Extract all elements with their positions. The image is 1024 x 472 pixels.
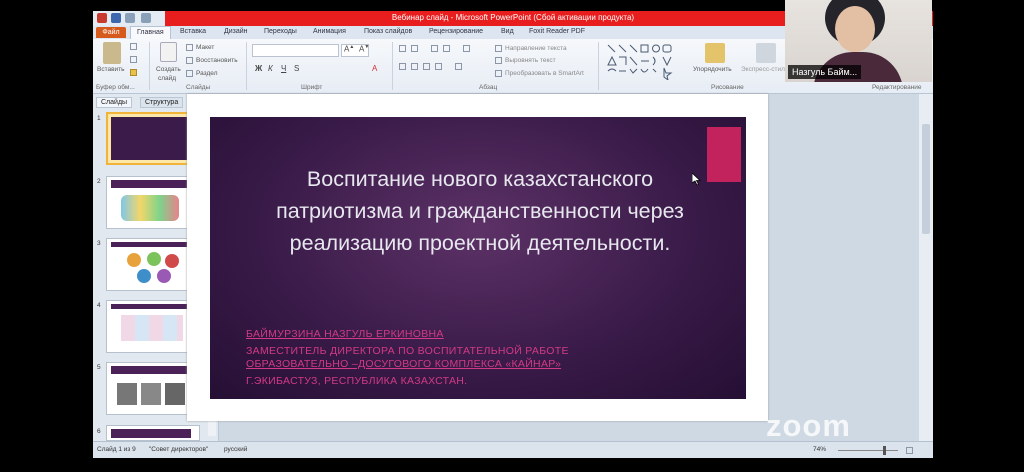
tab-foxit[interactable]: Foxit Reader PDF: [529, 28, 585, 35]
shapes-gallery[interactable]: [606, 43, 682, 82]
slide-background: Воспитание нового казахстанского патриот…: [210, 117, 746, 399]
underline-icon[interactable]: Ч: [281, 64, 286, 73]
person-face: [835, 6, 875, 52]
thumb-number: 5: [97, 364, 101, 371]
tab-review[interactable]: Рецензирование: [429, 28, 483, 35]
city[interactable]: Г.ЭКИБАСТУЗ, РЕСПУБЛИКА КАЗАХСТАН.: [246, 375, 467, 387]
new-slide-label-1[interactable]: Создать: [156, 66, 181, 73]
mouse-cursor-icon: [691, 172, 702, 191]
language-indicator[interactable]: русский: [224, 446, 247, 453]
tab-transitions[interactable]: Переходы: [264, 28, 297, 35]
tab-animation[interactable]: Анимация: [313, 28, 346, 35]
drawing-group-label: Рисование: [711, 84, 744, 91]
bullets-icon[interactable]: [399, 45, 406, 52]
strikethrough-icon[interactable]: S: [294, 64, 299, 73]
arrange-icon[interactable]: [705, 43, 725, 63]
justify-icon[interactable]: [435, 63, 442, 70]
layout-icon: [186, 44, 193, 51]
increase-indent-icon[interactable]: [443, 45, 450, 52]
columns-icon[interactable]: [455, 63, 462, 70]
line-spacing-icon[interactable]: [463, 45, 470, 52]
paste-icon[interactable]: [103, 42, 121, 64]
slide-title[interactable]: Воспитание нового казахстанского патриот…: [250, 163, 710, 259]
paragraph-group-label: Абзац: [479, 84, 498, 91]
slide-thumbnail-4[interactable]: [106, 300, 200, 353]
tab-slides[interactable]: Слайды: [96, 97, 133, 108]
section-button[interactable]: Раздел: [196, 70, 217, 77]
numbering-icon[interactable]: [411, 45, 418, 52]
scrollbar-thumb[interactable]: [922, 124, 930, 234]
font-group-label: Шрифт: [301, 84, 323, 91]
thumb-number: 4: [97, 302, 101, 309]
convert-smartart-button[interactable]: Преобразовать в SmartArt: [505, 70, 584, 77]
smartart-icon: [495, 70, 502, 77]
current-slide[interactable]: Воспитание нового казахстанского патриот…: [187, 94, 768, 421]
align-text-icon: [495, 57, 502, 64]
layout-button[interactable]: Макет: [196, 44, 214, 51]
bold-icon[interactable]: Ж: [255, 64, 262, 73]
section-icon: [186, 70, 193, 77]
tab-insert[interactable]: Вставка: [180, 28, 206, 35]
tab-outline[interactable]: Структура: [140, 97, 184, 108]
thumb-number: 1: [97, 115, 101, 122]
editing-group-label: Редактирование: [872, 84, 922, 91]
tab-view[interactable]: Вид: [501, 28, 514, 35]
reset-icon: [186, 57, 193, 64]
quick-styles-icon[interactable]: [756, 43, 776, 63]
align-center-icon[interactable]: [411, 63, 418, 70]
cut-icon[interactable]: [130, 43, 137, 50]
slide-thumbnail-6[interactable]: [106, 425, 200, 441]
tab-home[interactable]: Главная: [130, 26, 171, 39]
thumb-number: 6: [97, 428, 101, 435]
new-slide-label-2[interactable]: слайд: [158, 75, 176, 82]
align-right-icon[interactable]: [423, 63, 430, 70]
arrange-button[interactable]: Упорядочить: [693, 66, 732, 73]
slide-thumbnail-3[interactable]: [106, 238, 200, 291]
tab-design[interactable]: Дизайн: [224, 28, 248, 35]
tab-slideshow[interactable]: Показ слайдов: [364, 28, 412, 35]
vertical-scrollbar[interactable]: [919, 94, 933, 441]
separator: [149, 42, 150, 90]
reset-button[interactable]: Восстановить: [196, 57, 238, 64]
tab-file[interactable]: Файл: [96, 27, 126, 38]
align-left-icon[interactable]: [399, 63, 406, 70]
font-name-select[interactable]: [252, 44, 339, 57]
author-name[interactable]: БАЙМУРЗИНА НАЗГУЛЬ ЕРКИНОВНА: [246, 328, 444, 340]
zoom-watermark: zoom: [766, 408, 851, 443]
format-painter-icon[interactable]: [130, 69, 137, 76]
separator: [246, 42, 247, 90]
new-slide-icon[interactable]: [160, 42, 177, 62]
author-position-2[interactable]: ОБРАЗОВАТЕЛЬНО –ДОСУГОВОГО КОМПЛЕКСА «КА…: [246, 358, 561, 370]
slides-group-label: Слайды: [186, 84, 211, 91]
quick-styles-button[interactable]: Экспресс-стили: [741, 66, 789, 73]
copy-icon[interactable]: [130, 56, 137, 63]
fit-to-window-icon[interactable]: [906, 447, 913, 454]
participant-name: Назгуль Байм...: [788, 65, 862, 79]
text-direction-icon: [495, 45, 502, 52]
italic-icon[interactable]: К: [268, 64, 273, 73]
grow-font-icon[interactable]: A▲: [344, 44, 354, 54]
shrink-font-icon[interactable]: A▼: [359, 44, 369, 54]
slide-counter: Слайд 1 из 9: [97, 446, 136, 453]
author-position-1[interactable]: ЗАМЕСТИТЕЛЬ ДИРЕКТОРА ПО ВОСПИТАТЕЛЬНОЙ …: [246, 345, 569, 357]
thumb-number: 3: [97, 240, 101, 247]
separator: [598, 42, 599, 90]
slide-thumbnail-1[interactable]: [106, 112, 200, 165]
zoom-level[interactable]: 74%: [813, 446, 826, 453]
text-direction-button[interactable]: Направление текста: [505, 45, 567, 52]
separator: [392, 42, 393, 90]
clipboard-group-label: Буфер обм...: [96, 84, 135, 91]
zoom-slider-handle[interactable]: [883, 446, 886, 455]
decrease-indent-icon[interactable]: [431, 45, 438, 52]
paste-button[interactable]: Вставить: [97, 66, 125, 73]
align-text-button[interactable]: Выровнять текст: [505, 57, 556, 64]
accent-bar: [707, 127, 741, 182]
zoom-slider[interactable]: [838, 450, 898, 451]
font-color-icon[interactable]: A: [372, 64, 377, 73]
thumb-number: 2: [97, 178, 101, 185]
slide-thumbnail-5[interactable]: [106, 362, 200, 415]
theme-name: "Совет директоров": [149, 446, 209, 453]
slide-thumbnail-2[interactable]: [106, 176, 200, 229]
